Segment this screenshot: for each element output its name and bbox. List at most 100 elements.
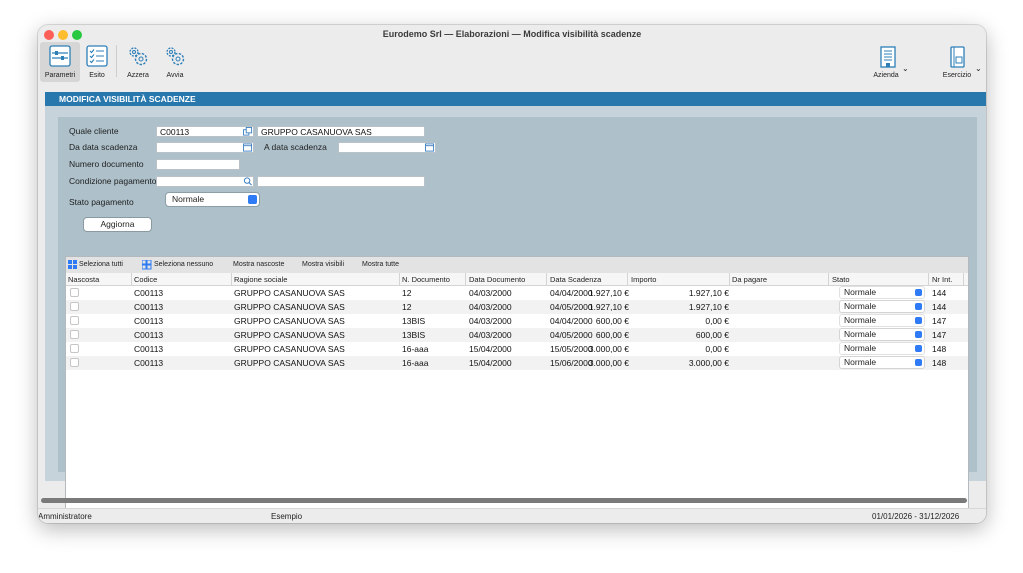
cell-ragione: GRUPPO CASANUOVA SAS — [234, 358, 345, 368]
mostra-tutte-button[interactable]: Mostra tutte — [362, 261, 399, 268]
condizione-description-field — [257, 176, 425, 187]
toolbar-esito-button[interactable]: Esito — [82, 42, 112, 82]
column-separator — [828, 273, 829, 285]
col-da-pagare[interactable]: Da pagare — [732, 275, 767, 284]
seleziona-tutti-button[interactable]: Seleziona tutti — [79, 261, 123, 268]
reset-gears-icon — [129, 47, 148, 66]
row-stato-value: Normale — [844, 301, 877, 311]
seleziona-nessuno-button[interactable]: Seleziona nessuno — [154, 261, 213, 268]
col-ragione-sociale[interactable]: Ragione sociale — [234, 275, 287, 284]
col-data-scadenza[interactable]: Data Scadenza — [550, 275, 601, 284]
cell-ndoc: 12 — [402, 302, 412, 312]
row-stato-value: Normale — [844, 329, 877, 339]
window-horizontal-scrollbar[interactable] — [41, 498, 967, 503]
row-stato-value: Normale — [844, 343, 877, 353]
select-arrows-icon — [915, 359, 922, 366]
calendar-icon[interactable] — [242, 143, 254, 152]
parameters-icon — [49, 45, 71, 67]
mostra-nascoste-button[interactable]: Mostra nascoste — [233, 261, 284, 268]
cell-codice: C00113 — [134, 316, 164, 326]
select-arrows-icon — [915, 289, 922, 296]
row-stato-select[interactable]: Normale — [840, 329, 924, 340]
col-nr-int[interactable]: Nr Int. — [932, 275, 952, 284]
toolbar-parametri-label: Parametri — [44, 72, 76, 79]
row-stato-select[interactable]: Normale — [840, 287, 924, 298]
col-codice[interactable]: Codice — [134, 275, 157, 284]
table-row[interactable]: C00113 GRUPPO CASANUOVA SAS 16-aaa 15/04/20… — [66, 342, 968, 356]
col-n-documento[interactable]: N. Documento — [402, 275, 450, 284]
row-stato-select[interactable]: Normale — [840, 343, 924, 354]
cell-ragione: GRUPPO CASANUOVA SAS — [234, 330, 345, 340]
main-panel: Quale cliente C00113 GRUPPO CASANUOVA SA… — [45, 106, 986, 523]
quale-cliente-label: Quale cliente — [69, 126, 119, 136]
customer-code-input[interactable]: C00113 — [156, 126, 254, 137]
checklist-icon — [86, 45, 108, 67]
row-stato-select[interactable]: Normale — [840, 315, 924, 326]
row-stato-select[interactable]: Normale — [840, 301, 924, 312]
table-toolbar: Seleziona tutti Seleziona nessuno Mostra… — [66, 257, 968, 274]
col-importo[interactable]: Importo — [631, 275, 656, 284]
toolbar-avvia-label: Avvia — [166, 72, 184, 79]
hidden-checkbox[interactable] — [70, 344, 79, 353]
cell-da-pagare: 0,00 € — [705, 344, 729, 354]
status-user: Amministratore — [38, 512, 92, 521]
select-arrows-icon — [915, 345, 922, 352]
table-row[interactable]: C00113 GRUPPO CASANUOVA SAS 12 04/03/2000 04… — [66, 286, 968, 300]
cell-da-pagare: 600,00 € — [695, 330, 729, 340]
esercizio-chevron-down-icon: ⌄ — [975, 64, 982, 73]
toolbar-azzera-label: Azzera — [127, 72, 149, 79]
cell-nr-int: 148 — [932, 344, 947, 354]
aggiorna-button[interactable]: Aggiorna — [84, 218, 151, 231]
cell-codice: C00113 — [134, 302, 164, 312]
hidden-checkbox[interactable] — [70, 288, 79, 297]
col-nascosta[interactable]: Nascosta — [68, 275, 99, 284]
col-stato[interactable]: Stato — [832, 275, 850, 284]
toolbar-azienda-label: Azienda — [873, 72, 899, 79]
row-stato-value: Normale — [844, 287, 877, 297]
toolbar-azienda-button[interactable]: Azienda ⌄ — [868, 42, 909, 82]
column-separator — [963, 273, 964, 285]
cell-da-pagare: 1.927,10 € — [688, 288, 729, 298]
status-bar: Amministratore Esempio 01/01/2026 - 31/1… — [38, 508, 986, 523]
col-data-documento[interactable]: Data Documento — [469, 275, 525, 284]
mostra-visibili-button[interactable]: Mostra visibili — [302, 261, 344, 268]
column-separator — [231, 273, 232, 285]
search-icon[interactable] — [242, 177, 254, 186]
toolbar-avvia-button[interactable]: Avvia — [158, 42, 192, 82]
window-title: Eurodemo Srl — Elaborazioni — Modifica v… — [382, 29, 642, 39]
hidden-checkbox[interactable] — [70, 302, 79, 311]
toolbar-azzera-button[interactable]: Azzera — [121, 42, 155, 82]
hidden-checkbox[interactable] — [70, 316, 79, 325]
column-separator — [546, 273, 547, 285]
da-data-scadenza-input[interactable] — [156, 142, 254, 153]
table-row[interactable]: C00113 GRUPPO CASANUOVA SAS 12 04/03/2000 04… — [66, 300, 968, 314]
status-company: Esempio — [271, 512, 303, 521]
a-data-scadenza-input[interactable] — [338, 142, 436, 153]
cell-ndoc: 16-aaa — [402, 358, 429, 368]
hidden-checkbox[interactable] — [70, 330, 79, 339]
cell-da-pagare: 1.927,10 € — [688, 302, 729, 312]
table-row[interactable]: C00113 GRUPPO CASANUOVA SAS 16-aaa 15/04/20… — [66, 356, 968, 370]
cell-ragione: GRUPPO CASANUOVA SAS — [234, 302, 345, 312]
condizione-pagamento-input[interactable] — [156, 176, 254, 187]
stato-pagamento-select[interactable]: Normale — [166, 193, 259, 206]
toolbar-esito-label: Esito — [89, 72, 105, 79]
table-row[interactable]: C00113 GRUPPO CASANUOVA SAS 13BIS 04/03/200… — [66, 328, 968, 342]
hidden-checkbox[interactable] — [70, 358, 79, 367]
customer-code-value: C00113 — [160, 127, 190, 137]
toolbar-parametri-button[interactable]: Parametri — [40, 42, 80, 82]
table-row[interactable]: C00113 GRUPPO CASANUOVA SAS 13BIS 04/03/200… — [66, 314, 968, 328]
column-separator — [627, 273, 628, 285]
cell-data-doc: 15/04/2000 — [469, 344, 512, 354]
calendar-icon[interactable] — [424, 143, 436, 152]
lookup-icon[interactable] — [242, 127, 254, 136]
toolbar-esercizio-button[interactable]: Esercizio ⌄ — [934, 42, 982, 82]
condizione-pagamento-label: Condizione pagamento — [69, 176, 157, 186]
select-none-icon — [142, 260, 152, 270]
cell-nr-int: 148 — [932, 358, 947, 368]
toolbar-esercizio-label: Esercizio — [942, 72, 972, 79]
cell-importo: 3.000,00 € — [588, 344, 629, 354]
cell-codice: C00113 — [134, 330, 164, 340]
row-stato-select[interactable]: Normale — [840, 357, 924, 368]
numero-documento-input[interactable] — [156, 159, 240, 170]
